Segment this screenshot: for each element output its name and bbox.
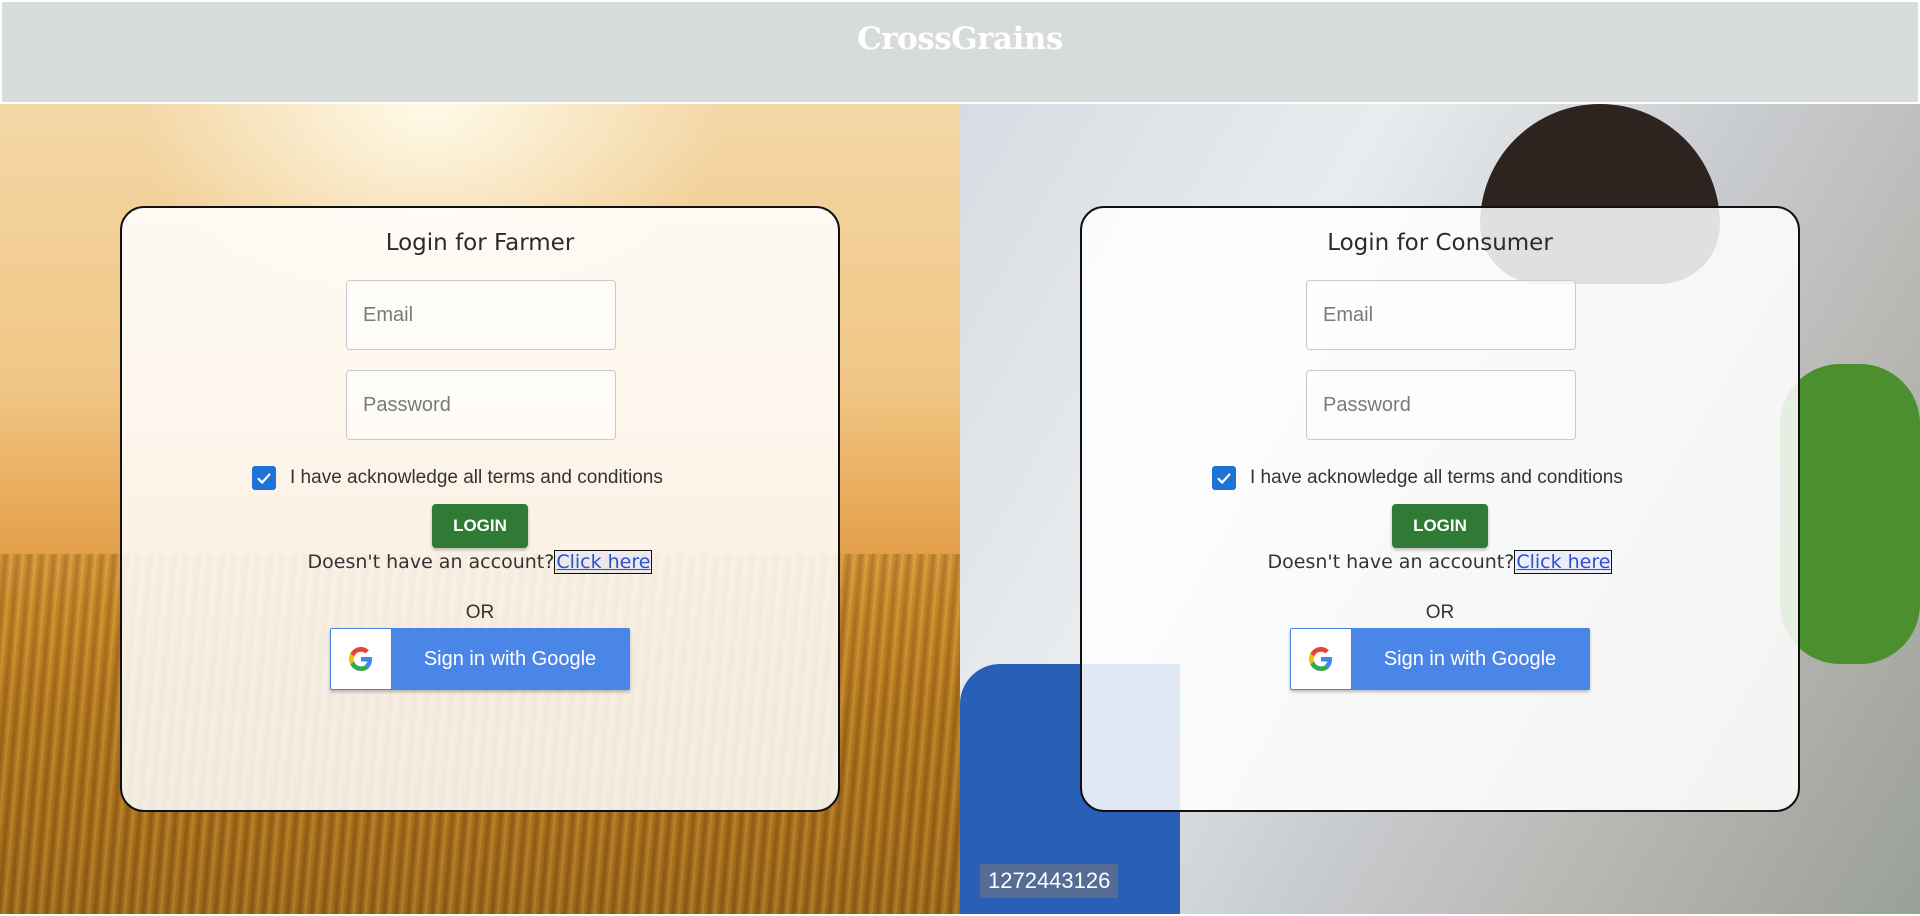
consumer-google-label: Sign in with Google [1383,647,1557,670]
brand-title: CrossGrains [857,21,1063,57]
google-logo-icon [349,647,373,671]
consumer-signup-link[interactable]: Click here [1514,550,1613,574]
consumer-terms-checkbox[interactable] [1212,466,1236,490]
farmer-login-card: Login for Farmer I have acknowledge all … [120,206,840,812]
consumer-terms-row: I have acknowledge all terms and conditi… [1212,466,1623,490]
background-greens [1780,364,1920,664]
google-logo-icon [1309,647,1333,671]
consumer-google-signin-button[interactable]: Sign in with Google [1290,628,1590,690]
top-header: CrossGrains [2,2,1918,102]
farmer-signup-link[interactable]: Click here [554,550,653,574]
farmer-panel: Login for Farmer I have acknowledge all … [0,104,960,914]
farmer-login-title: Login for Farmer [385,230,575,256]
farmer-email-input[interactable] [346,280,616,350]
farmer-terms-label: I have acknowledge all terms and conditi… [290,467,663,488]
farmer-google-label: Sign in with Google [423,647,597,670]
farmer-signup-prompt: Doesn't have an account? Click here [122,550,838,574]
google-logo-box [331,629,391,689]
consumer-terms-label: I have acknowledge all terms and conditi… [1250,467,1623,488]
google-logo-box [1291,629,1351,689]
consumer-password-input[interactable] [1306,370,1576,440]
consumer-login-button[interactable]: LOGIN [1392,504,1488,548]
checkmark-icon [257,473,271,485]
farmer-terms-row: I have acknowledge all terms and conditi… [252,466,663,490]
consumer-or-divider: OR [1425,602,1455,623]
farmer-or-divider: OR [465,602,495,623]
consumer-signup-prompt: Doesn't have an account? Click here [1082,550,1798,574]
farmer-login-button[interactable]: LOGIN [432,504,528,548]
consumer-login-title: Login for Consumer [1327,230,1553,256]
consumer-panel: 1272443126 Login for Consumer I have ack… [960,104,1920,914]
farmer-account-text: Doesn't have an account? [307,551,555,573]
checkmark-icon [1217,473,1231,485]
stock-image-id: 1272443126 [980,864,1119,898]
consumer-email-input[interactable] [1306,280,1576,350]
farmer-terms-checkbox[interactable] [252,466,276,490]
consumer-account-text: Doesn't have an account? [1267,551,1515,573]
consumer-login-card: Login for Consumer I have acknowledge al… [1080,206,1800,812]
farmer-password-input[interactable] [346,370,616,440]
farmer-google-signin-button[interactable]: Sign in with Google [330,628,630,690]
